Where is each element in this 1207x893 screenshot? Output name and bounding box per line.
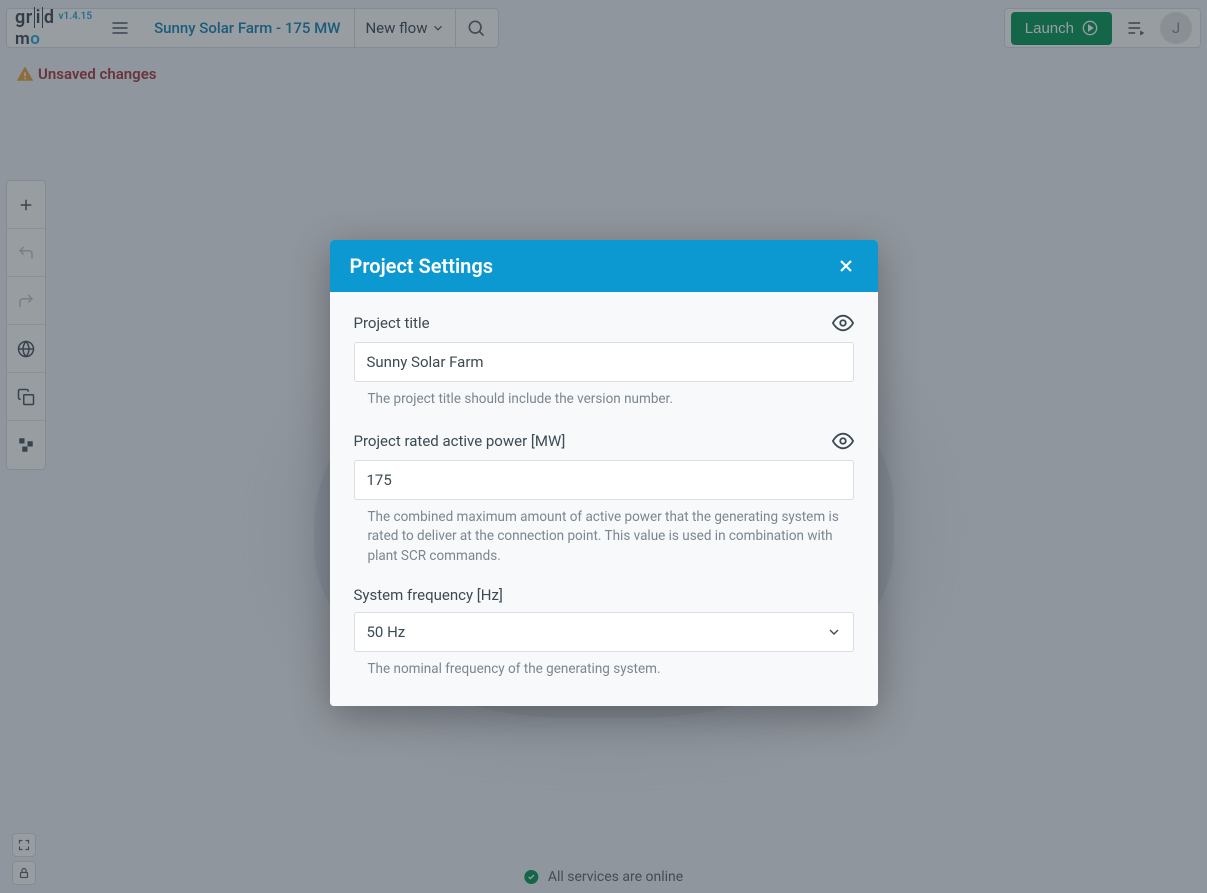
rated-power-help: The combined maximum amount of active po… xyxy=(354,508,854,567)
system-frequency-select[interactable]: 50 Hz xyxy=(354,612,854,652)
rated-power-label: Project rated active power [MW] xyxy=(354,432,566,450)
eye-icon xyxy=(832,312,854,334)
system-frequency-value: 50 Hz xyxy=(367,623,406,641)
field-project-title: Project title The project title should i… xyxy=(354,312,854,410)
project-title-label: Project title xyxy=(354,314,430,332)
modal-overlay[interactable]: Project Settings Project title The proje… xyxy=(0,0,1207,893)
field-system-frequency: System frequency [Hz] 50 Hz The nominal … xyxy=(354,586,854,680)
project-title-visibility-toggle[interactable] xyxy=(832,312,854,334)
modal-body: Project title The project title should i… xyxy=(330,292,878,706)
modal-close-button[interactable] xyxy=(834,254,858,278)
close-icon xyxy=(836,256,856,276)
modal-title: Project Settings xyxy=(350,254,494,278)
field-rated-power: Project rated active power [MW] The comb… xyxy=(354,430,854,567)
system-frequency-label: System frequency [Hz] xyxy=(354,586,503,604)
system-frequency-help: The nominal frequency of the generating … xyxy=(354,660,854,680)
rated-power-input[interactable] xyxy=(354,460,854,500)
project-title-help: The project title should include the ver… xyxy=(354,390,854,410)
project-title-input[interactable] xyxy=(354,342,854,382)
modal-header: Project Settings xyxy=(330,240,878,292)
project-settings-modal: Project Settings Project title The proje… xyxy=(330,240,878,706)
rated-power-visibility-toggle[interactable] xyxy=(832,430,854,452)
eye-icon xyxy=(832,430,854,452)
